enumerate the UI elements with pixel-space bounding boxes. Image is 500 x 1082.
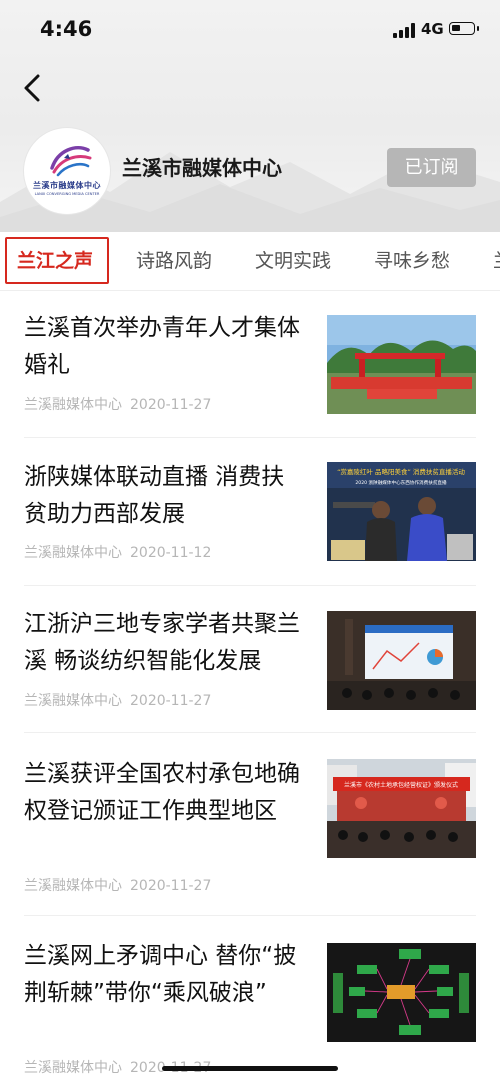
category-tabs: 兰江之声 诗路风韵 文明实践 寻味乡愁 兰: [0, 232, 500, 291]
article-thumbnail[interactable]: 兰溪市《农村土地承包经营权证》颁发仪式: [327, 759, 476, 858]
tab-xunwei[interactable]: 寻味乡愁: [374, 246, 450, 273]
article-source: 兰溪融媒体中心: [24, 878, 122, 894]
article-date: 2020-11-12: [130, 545, 212, 561]
article-title[interactable]: 兰溪网上矛调中心 替你“披荆斩棘”带你“乘风破浪”: [24, 938, 306, 1012]
signal-icon: [393, 23, 417, 38]
article-thumbnail[interactable]: [327, 315, 476, 414]
tab-shilu[interactable]: 诗路风韵: [136, 246, 212, 273]
back-button[interactable]: [18, 70, 48, 106]
network-type: 4G: [421, 20, 444, 38]
article-item[interactable]: 兰溪首次举办青年人才集体婚礼 兰溪融媒体中心 2020-11-27: [0, 290, 500, 435]
article-title[interactable]: 浙陕媒体联动直播 消费扶贫助力西部发展: [24, 459, 306, 533]
article-item[interactable]: 兰溪网上矛调中心 替你“披荆斩棘”带你“乘风破浪” 兰溪融媒体中心2020-11…: [0, 916, 500, 1082]
article-thumbnail[interactable]: “赏嘉陵红叶 品略阳美食” 消费扶贫直播活动 2020 浙陕融媒体中心东西协作消…: [327, 462, 476, 561]
battery-icon: [449, 22, 479, 35]
article-date: 2020-11-27: [130, 397, 212, 413]
article-thumbnail[interactable]: [327, 943, 476, 1042]
tab-lanjiang[interactable]: 兰江之声: [17, 246, 93, 273]
logo-subtext: LANXI CONVERGING MEDIA CENTER: [34, 192, 100, 196]
article-item[interactable]: 浙陕媒体联动直播 消费扶贫助力西部发展 兰溪融媒体中心 2020-11-12 “赏…: [0, 438, 500, 585]
channel-logo: 兰溪市融媒体中心 LANXI CONVERGING MEDIA CENTER: [24, 128, 110, 214]
home-indicator[interactable]: [162, 1066, 338, 1071]
status-time: 4:46: [40, 17, 93, 41]
article-meta: 兰溪融媒体中心 2020-11-27: [24, 690, 211, 710]
chevron-left-icon: [24, 74, 40, 102]
logo-mark-icon: [50, 146, 92, 177]
article-source: 兰溪融媒体中心: [24, 693, 122, 709]
tab-wenming[interactable]: 文明实践: [255, 246, 331, 273]
article-title[interactable]: 兰溪首次举办青年人才集体婚礼: [24, 310, 306, 384]
article-date: 2020-11-27: [130, 693, 212, 709]
article-meta: 兰溪融媒体中心 2020-11-12: [24, 542, 211, 562]
logo-text: 兰溪市融媒体中心: [33, 181, 101, 190]
article-meta: 兰溪融媒体中心 2020-11-27: [24, 394, 211, 414]
article-item[interactable]: 兰溪获评全国农村承包地确权登记颁证工作典型地区 兰溪融媒体中心 2020-11-2…: [0, 733, 500, 915]
article-title[interactable]: 江浙沪三地专家学者共聚兰溪 畅谈纺织智能化发展: [24, 606, 306, 680]
live-sub-text: 2020 浙陕融媒体中心东西协作消费扶贫直播: [355, 479, 447, 486]
live-banner-text: “赏嘉陵红叶 品略阳美食” 消费扶贫直播活动: [337, 467, 465, 476]
status-bar: 4:46 4G: [0, 0, 500, 60]
channel-title: 兰溪市融媒体中心: [122, 156, 282, 180]
article-thumbnail[interactable]: [327, 611, 476, 710]
article-source: 兰溪融媒体中心: [24, 545, 122, 561]
tab-more[interactable]: 兰: [493, 246, 500, 273]
subscribe-button[interactable]: 已订阅: [387, 148, 476, 187]
article-item[interactable]: 江浙沪三地专家学者共聚兰溪 畅谈纺织智能化发展 兰溪融媒体中心 2020-11-2…: [0, 586, 500, 732]
article-source: 兰溪融媒体中心: [24, 397, 122, 413]
article-title[interactable]: 兰溪获评全国农村承包地确权登记颁证工作典型地区: [24, 756, 306, 830]
article-source: 兰溪融媒体中心: [24, 1060, 122, 1076]
article-meta: 兰溪融媒体中心 2020-11-27: [24, 875, 211, 895]
stage-banner-text: 兰溪市《农村土地承包经营权证》颁发仪式: [344, 781, 458, 789]
article-date: 2020-11-27: [130, 878, 212, 894]
